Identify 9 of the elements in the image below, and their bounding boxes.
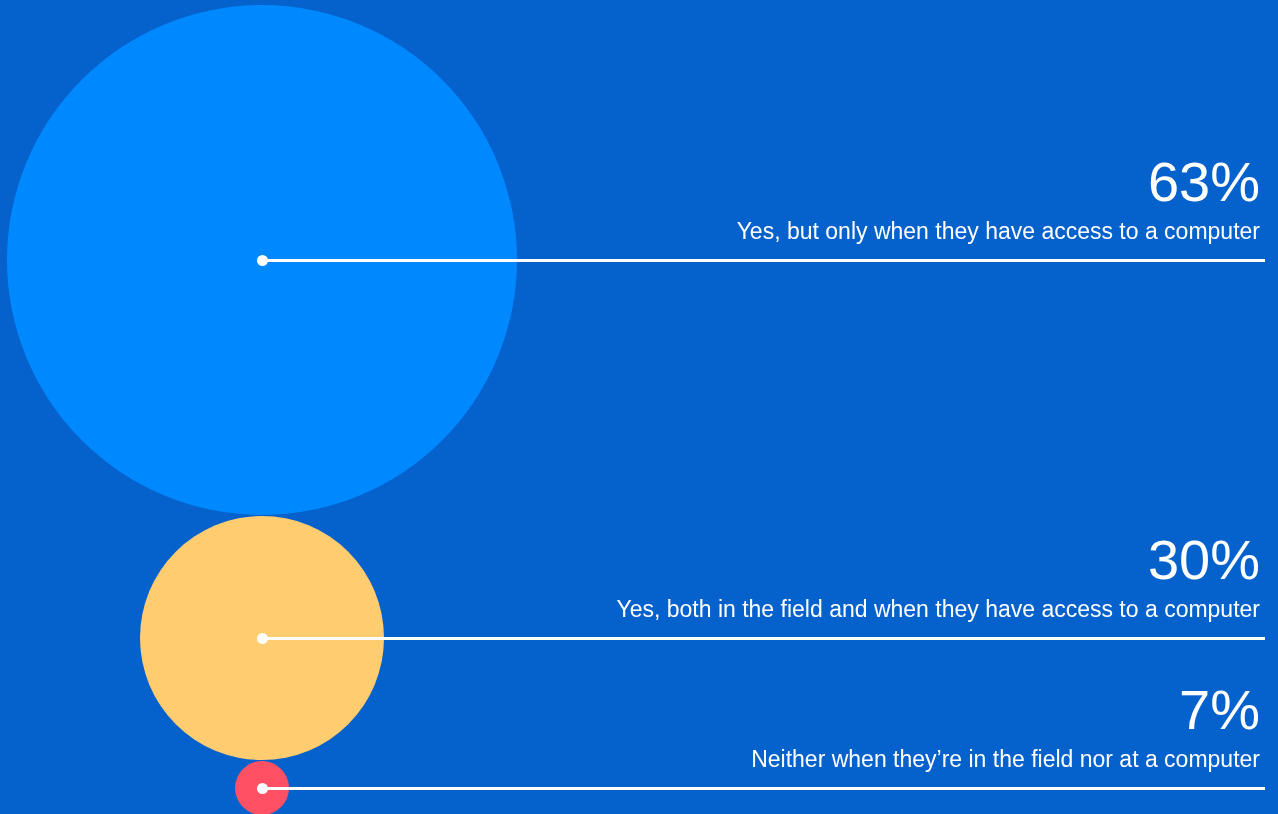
dot bbox=[256, 782, 268, 794]
percentage: 63% bbox=[1147, 154, 1260, 210]
dot bbox=[256, 632, 268, 644]
dot bbox=[256, 254, 268, 266]
answer-label: Yes, both in the field and when they have access to a computer bbox=[616, 596, 1260, 622]
percentage: 30% bbox=[1147, 532, 1260, 588]
answer-label: Yes, but only when they have access to a computer bbox=[736, 218, 1260, 244]
answer-label: Neither when they’re in the field nor at a computer bbox=[751, 746, 1260, 772]
percentage: 7% bbox=[1179, 682, 1260, 738]
